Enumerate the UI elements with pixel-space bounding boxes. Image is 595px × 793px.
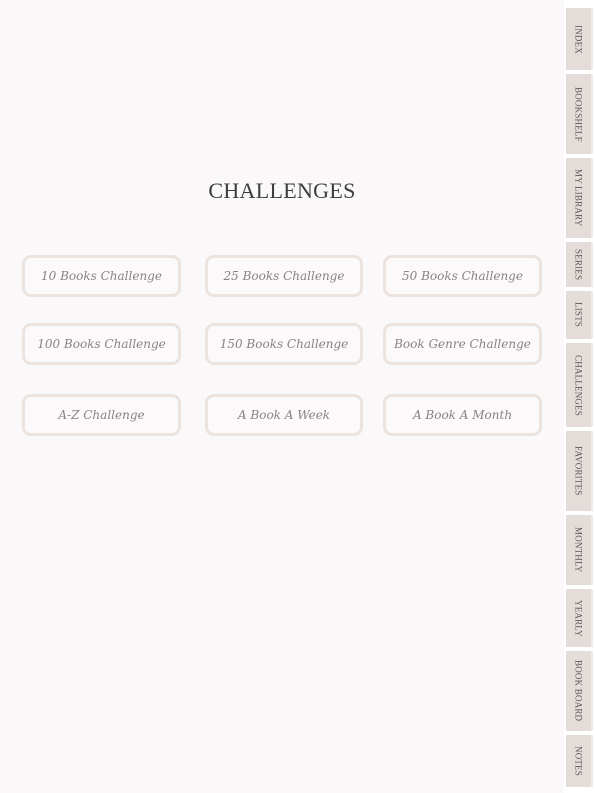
tab-label: SERIES [573,248,584,281]
tab-book-board[interactable]: BOOK BOARD [566,651,593,731]
challenge-150-books-button[interactable]: 150 Books Challenge [205,323,363,365]
challenge-10-books-button[interactable]: 10 Books Challenge [22,255,181,297]
challenge-book-genre-button[interactable]: Book Genre Challenge [383,323,542,365]
tab-challenges[interactable]: CHALLENGES [566,343,593,427]
tab-label: LISTS [573,302,584,328]
tab-label: MONTHLY [573,527,584,573]
tab-series[interactable]: SERIES [566,242,593,287]
challenge-book-a-month-button[interactable]: A Book A Month [383,394,542,436]
challenge-book-a-week-button[interactable]: A Book A Week [205,394,363,436]
planner-page: CHALLENGES 10 Books Challenge 25 Books C… [0,0,595,793]
tab-label: FAVORITES [573,446,584,496]
side-tab-bar: INDEX BOOKSHELF MY LIBRARY SERIES LISTS … [564,0,595,793]
challenge-100-books-button[interactable]: 100 Books Challenge [22,323,181,365]
page-title: CHALLENGES [208,178,356,203]
tab-label: YEARLY [573,599,584,637]
challenge-50-books-button[interactable]: 50 Books Challenge [383,255,542,297]
tab-yearly[interactable]: YEARLY [566,589,593,647]
tab-label: CHALLENGES [573,354,584,416]
tab-label: INDEX [573,24,584,54]
tab-monthly[interactable]: MONTHLY [566,515,593,585]
tab-index[interactable]: INDEX [566,8,593,70]
tab-notes[interactable]: NOTES [566,735,593,787]
tab-bookshelf[interactable]: BOOKSHELF [566,74,593,154]
tab-label: BOOKSHELF [573,86,584,142]
challenge-25-books-button[interactable]: 25 Books Challenge [205,255,363,297]
tab-label: NOTES [573,746,584,776]
challenge-grid: 10 Books Challenge 25 Books Challenge 50… [22,255,542,436]
tab-label: MY LIBRARY [573,169,584,227]
tab-my-library[interactable]: MY LIBRARY [566,158,593,238]
tab-label: BOOK BOARD [573,660,584,722]
challenge-a-z-button[interactable]: A-Z Challenge [22,394,181,436]
tab-lists[interactable]: LISTS [566,291,593,339]
tab-favorites[interactable]: FAVORITES [566,431,593,511]
